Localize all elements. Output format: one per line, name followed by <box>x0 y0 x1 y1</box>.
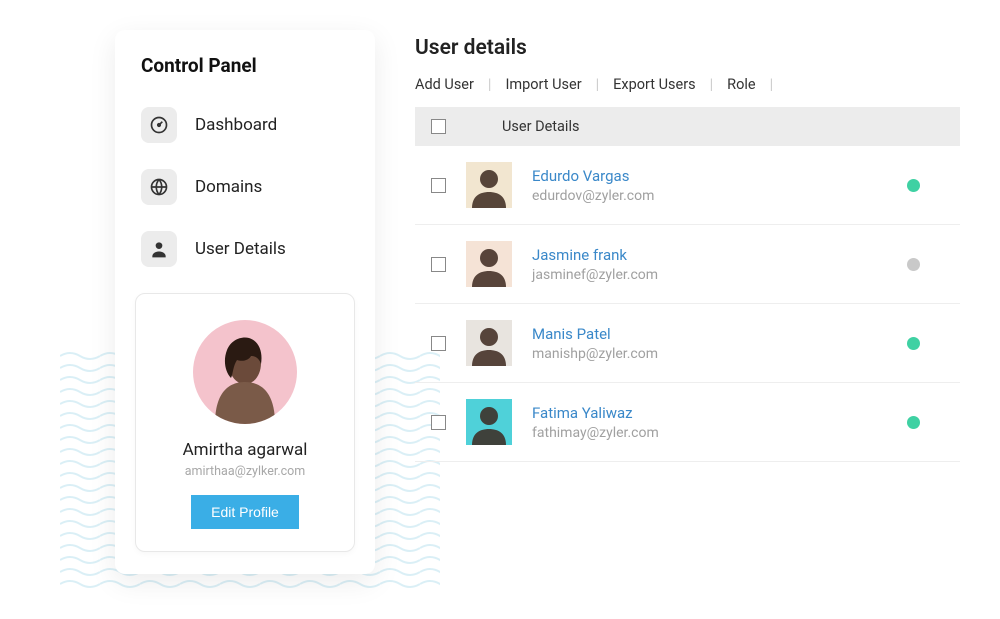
avatar-silhouette-icon <box>466 399 512 445</box>
user-info: Edurdo Vargas edurdov@zyler.com <box>532 167 887 204</box>
avatar-silhouette-icon <box>466 320 512 366</box>
row-checkbox[interactable] <box>431 336 446 351</box>
user-avatar <box>466 241 512 287</box>
main-content: User details Add User | Import User | Ex… <box>415 30 960 574</box>
nav-label: Domains <box>195 177 262 197</box>
table-header-row: User Details <box>415 107 960 146</box>
table-row: Manis Patel manishp@zyler.com <box>415 304 960 383</box>
user-email: edurdov@zyler.com <box>532 188 887 204</box>
role-action[interactable]: Role <box>727 76 755 93</box>
select-all-checkbox[interactable] <box>431 119 446 134</box>
gauge-icon <box>141 107 177 143</box>
status-indicator <box>907 258 920 271</box>
add-user-action[interactable]: Add User <box>415 76 474 93</box>
import-user-action[interactable]: Import User <box>505 76 581 93</box>
edit-profile-button[interactable]: Edit Profile <box>191 495 299 529</box>
user-info: Jasmine frank jasminef@zyler.com <box>532 246 887 283</box>
user-avatar <box>466 399 512 445</box>
user-email: jasminef@zyler.com <box>532 267 887 283</box>
user-email: fathimay@zyler.com <box>532 425 887 441</box>
globe-icon <box>141 169 177 205</box>
status-indicator <box>907 416 920 429</box>
avatar-silhouette-icon <box>466 241 512 287</box>
action-bar: Add User | Import User | Export Users | … <box>415 76 960 93</box>
table-header-label: User Details <box>502 118 579 135</box>
sidebar-title: Control Panel <box>135 54 355 77</box>
avatar-silhouette-icon <box>466 162 512 208</box>
status-indicator <box>907 337 920 350</box>
nav-label: User Details <box>195 239 286 259</box>
user-email: manishp@zyler.com <box>532 346 887 362</box>
user-avatar <box>466 162 512 208</box>
user-name-link[interactable]: Fatima Yaliwaz <box>532 404 887 422</box>
sidebar-item-user-details[interactable]: User Details <box>135 223 355 275</box>
profile-name: Amirtha agarwal <box>154 440 336 460</box>
row-checkbox[interactable] <box>431 178 446 193</box>
row-checkbox[interactable] <box>431 415 446 430</box>
user-name-link[interactable]: Manis Patel <box>532 325 887 343</box>
sidebar-item-domains[interactable]: Domains <box>135 161 355 213</box>
avatar-silhouette-icon <box>205 332 285 424</box>
profile-email: amirthaa@zylker.com <box>154 464 336 479</box>
status-indicator <box>907 179 920 192</box>
table-row: Jasmine frank jasminef@zyler.com <box>415 225 960 304</box>
sidebar-item-dashboard[interactable]: Dashboard <box>135 99 355 151</box>
table-row: Edurdo Vargas edurdov@zyler.com <box>415 146 960 225</box>
user-info: Fatima Yaliwaz fathimay@zyler.com <box>532 404 887 441</box>
profile-card: Amirtha agarwal amirthaa@zylker.com Edit… <box>135 293 355 552</box>
user-icon <box>141 231 177 267</box>
table-row: Fatima Yaliwaz fathimay@zyler.com <box>415 383 960 462</box>
sidebar: Control Panel Dashboard Domains <box>115 30 375 574</box>
nav-label: Dashboard <box>195 115 277 135</box>
page-title: User details <box>415 36 960 60</box>
row-checkbox[interactable] <box>431 257 446 272</box>
user-info: Manis Patel manishp@zyler.com <box>532 325 887 362</box>
user-avatar <box>466 320 512 366</box>
profile-avatar <box>193 320 297 424</box>
export-users-action[interactable]: Export Users <box>613 76 695 93</box>
user-name-link[interactable]: Edurdo Vargas <box>532 167 887 185</box>
user-name-link[interactable]: Jasmine frank <box>532 246 887 264</box>
